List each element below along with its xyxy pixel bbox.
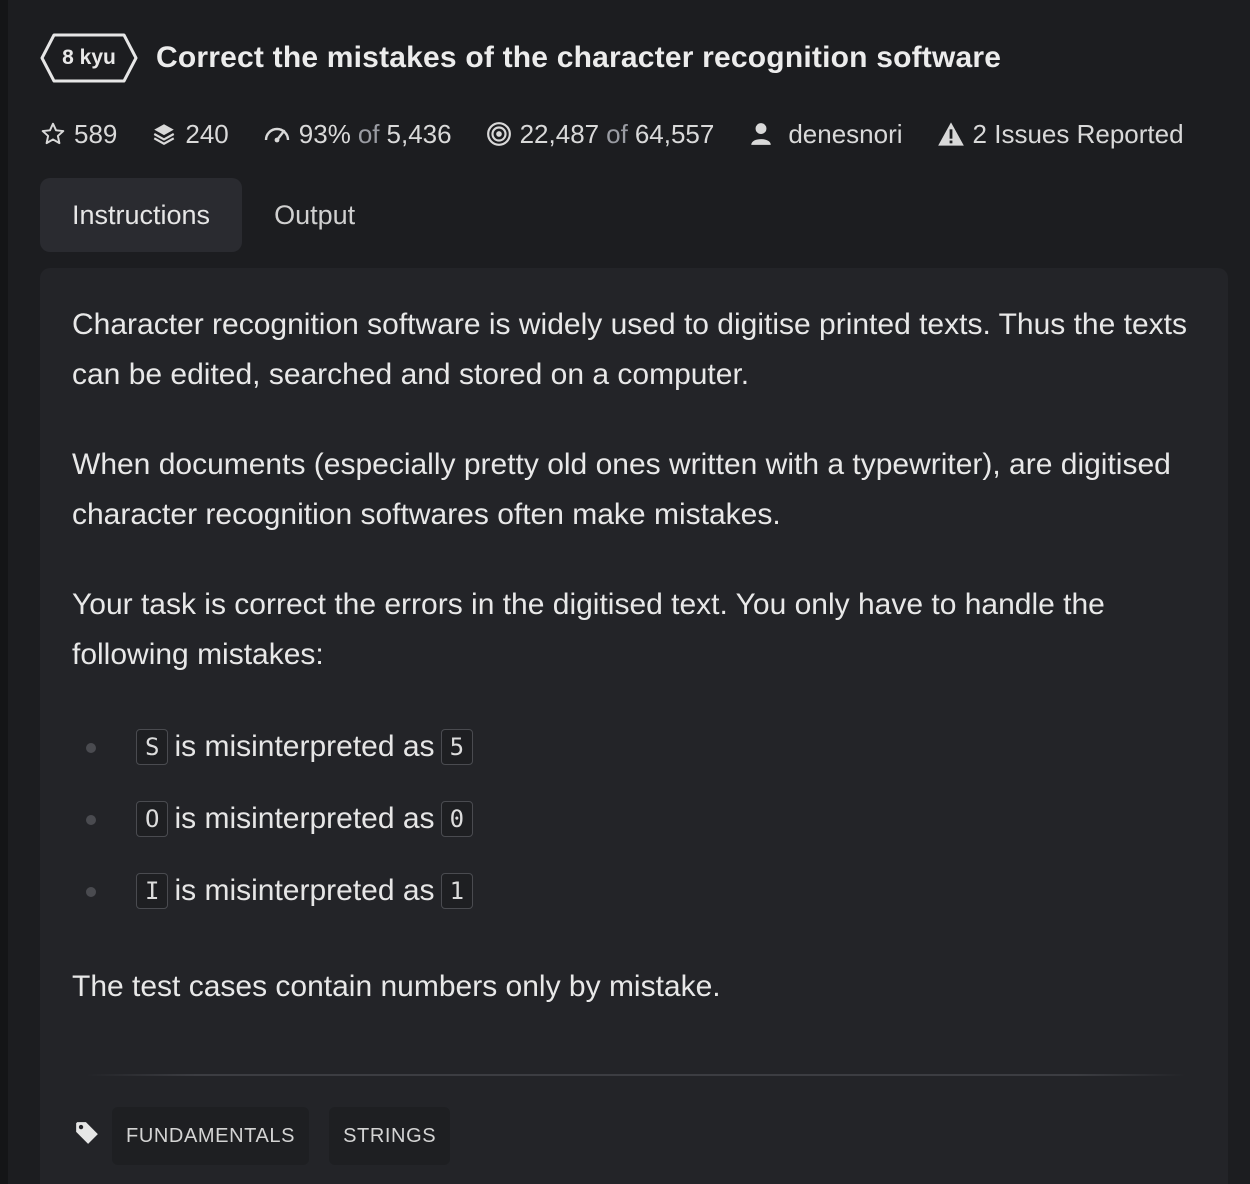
- left-edge: [0, 0, 8, 1184]
- kata-stats: 589 240 93% of 5,436 22,487 of 64,557 de…: [40, 112, 1184, 156]
- content-tabs: Instructions Output: [40, 178, 387, 252]
- rule-text: is misinterpreted as: [174, 874, 435, 907]
- kata-title: Correct the mistakes of the character re…: [156, 41, 1002, 74]
- rank-label: 8 kyu: [62, 46, 116, 69]
- list-item: I is misinterpreted as 1: [86, 872, 1086, 910]
- description-paragraph-2: When documents (especially pretty old on…: [72, 448, 1171, 531]
- code-original-char: O: [136, 801, 169, 837]
- tab-output[interactable]: Output: [242, 178, 387, 252]
- tags-row: FUNDAMENTALS STRINGS: [74, 1106, 470, 1166]
- warning-icon: [937, 122, 964, 146]
- collections-stat[interactable]: 240: [151, 118, 229, 150]
- instructions-panel: Character recognition software is widely…: [40, 268, 1228, 1184]
- user-icon: [751, 123, 772, 145]
- collections-count: 240: [185, 118, 229, 149]
- tag-fundamentals[interactable]: FUNDAMENTALS: [112, 1107, 310, 1165]
- author-name[interactable]: denesnori: [788, 119, 902, 150]
- rule-text: is misinterpreted as: [174, 730, 435, 763]
- rank-badge[interactable]: 8 kyu: [40, 32, 138, 84]
- description-paragraph-4: The test cases contain numbers only by m…: [72, 970, 721, 1003]
- tag-strings[interactable]: STRINGS: [329, 1107, 451, 1165]
- code-original-char: S: [136, 729, 169, 765]
- satisfaction-gauge-icon: [264, 127, 289, 143]
- description: Character recognition software is widely…: [72, 300, 1192, 720]
- stars-count: 589: [74, 118, 118, 149]
- code-mistaken-char: 0: [440, 801, 474, 837]
- list-item: S is misinterpreted as 5: [86, 728, 1086, 766]
- bullet-dot: [86, 887, 96, 897]
- kata-page: 8 kyu Correct the mistakes of the charac…: [0, 0, 1250, 1184]
- tag-icon: [76, 1122, 98, 1144]
- satisfaction-pct: 93%: [298, 118, 351, 149]
- satisfaction-votes: 5,436: [386, 118, 452, 149]
- issues-stat[interactable]: 2 Issues Reported: [937, 119, 1184, 150]
- tab-instructions[interactable]: Instructions: [40, 178, 243, 252]
- star-icon: [41, 122, 65, 145]
- code-mistaken-char: 5: [440, 729, 474, 765]
- bullet-dot: [86, 815, 96, 825]
- description-paragraph-1: Character recognition software is widely…: [72, 308, 1187, 391]
- collections-icon: [154, 124, 175, 145]
- bullet-dot: [86, 743, 96, 753]
- completion-stat: 22,487 of 64,557: [486, 118, 715, 150]
- code-original-char: I: [136, 873, 169, 909]
- list-item: O is misinterpreted as 0: [86, 800, 1086, 838]
- kata-header: 8 kyu Correct the mistakes of the charac…: [40, 30, 1001, 86]
- code-mistaken-char: 1: [440, 873, 474, 909]
- completed-count: 22,487: [519, 118, 600, 149]
- description-paragraph-3: Your task is correct the errors in the d…: [72, 588, 1105, 671]
- rule-text: is misinterpreted as: [174, 802, 435, 835]
- completion-of: of: [606, 118, 628, 149]
- divider: [86, 1074, 1186, 1076]
- mistake-list: S is misinterpreted as 5 O is misinterpr…: [86, 728, 1086, 944]
- issues-label[interactable]: 2 Issues Reported: [973, 119, 1184, 150]
- satisfaction-stat: 93% of 5,436: [263, 119, 452, 150]
- satisfaction-of: of: [357, 118, 380, 149]
- target-icon: [486, 122, 511, 146]
- author-stat[interactable]: denesnori: [748, 119, 903, 150]
- attempted-count: 64,557: [634, 118, 715, 149]
- stars-stat[interactable]: 589: [40, 119, 117, 150]
